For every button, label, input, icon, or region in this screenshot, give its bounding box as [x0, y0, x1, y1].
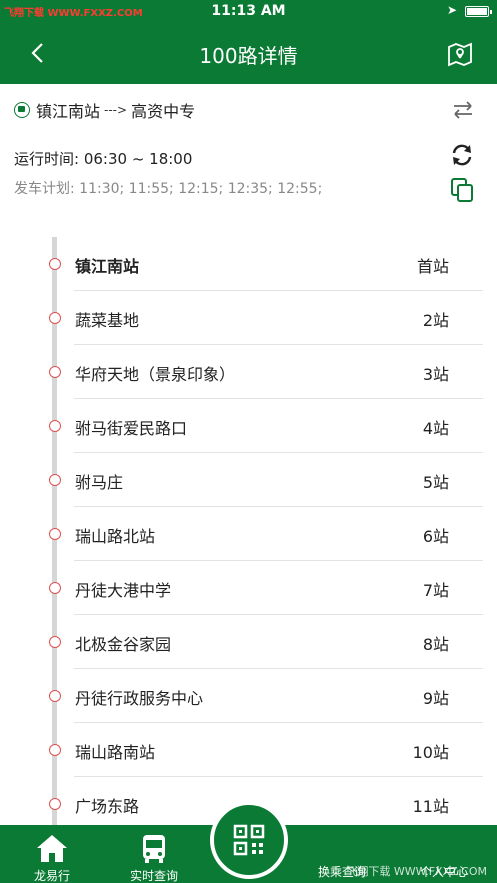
stop-dot-icon: [49, 744, 61, 756]
stop-dot-icon: [49, 366, 61, 378]
route-info: 镇江南站 ---> 高资中专 运行时间: 06:30 ~ 18:00 发车计划:…: [0, 84, 497, 234]
stop-name: 镇江南站: [75, 257, 140, 276]
tab-home-label: 龙易行: [33, 869, 70, 883]
stop-item[interactable]: 蔬菜基地 2站: [0, 291, 497, 345]
stop-item[interactable]: 镇江南站 首站: [0, 237, 497, 291]
stop-dot-icon: [49, 474, 61, 486]
bus-icon: [143, 835, 165, 863]
status-bar: 飞翔下载 WWW.FXXZ.COM 11:13 AM ➤: [0, 0, 497, 24]
stop-name: 蔬菜基地: [75, 311, 140, 330]
stop-dot-icon: [49, 528, 61, 540]
tab-realtime-label: 实时查询: [129, 869, 178, 883]
stop-item[interactable]: 华府天地（景泉印象） 3站: [0, 345, 497, 399]
stop-item[interactable]: 驸马街爱民路口 4站: [0, 399, 497, 453]
location-arrow-icon: ➤: [446, 3, 457, 17]
stop-item[interactable]: 瑞山路南站 10站: [0, 723, 497, 777]
stop-index: 7站: [422, 581, 449, 600]
stop-dot-icon: [49, 312, 61, 324]
stop-dot-icon: [49, 690, 61, 702]
stop-list[interactable]: 镇江南站 首站蔬菜基地 2站华府天地（景泉印象） 3站驸马街爱民路口 4站驸马庄 5站瑞山…: [0, 237, 497, 825]
stop-index: 6站: [422, 527, 449, 546]
departure-plan: 发车计划: 11:30; 11:55; 12:15; 12:35; 12:55;: [14, 181, 323, 197]
stop-item[interactable]: 丹徒行政服务中心 9站: [0, 669, 497, 723]
stop-dot-icon: [49, 420, 61, 432]
page-title: 100路详情: [199, 44, 298, 68]
stop-name: 广场东路: [75, 797, 140, 816]
status-time: 11:13 AM: [211, 3, 286, 19]
watermark: 飞翔下载 WWW.FXXZ.COM: [346, 865, 487, 878]
stop-name: 驸马庄: [75, 473, 124, 492]
copy-icon[interactable]: [449, 176, 475, 204]
battery-icon: [465, 6, 492, 17]
route-direction: 镇江南站 ---> 高资中专: [14, 98, 483, 122]
stop-name: 华府天地（景泉印象）: [75, 365, 236, 384]
stop-index: 4站: [422, 419, 449, 438]
route-from: 镇江南站: [36, 102, 101, 121]
stop-index: 2站: [422, 311, 449, 330]
run-time: 运行时间: 06:30 ~ 18:00: [14, 150, 193, 168]
nav-bar: 100路详情: [0, 24, 497, 84]
stop-name: 丹徒大港中学: [75, 581, 172, 600]
top-bar: 飞翔下载 WWW.FXXZ.COM 11:13 AM ➤ 100路详情: [0, 0, 497, 84]
bus-icon: [14, 102, 30, 118]
stop-item[interactable]: 瑞山路北站 6站: [0, 507, 497, 561]
stop-name: 瑞山路南站: [75, 743, 156, 762]
qr-code-icon: [233, 824, 265, 856]
refresh-icon[interactable]: [449, 142, 475, 168]
route-arrow: --->: [104, 103, 128, 117]
stop-item[interactable]: 驸马庄 5站: [0, 453, 497, 507]
stop-index: 11站: [412, 797, 449, 816]
stop-name: 北极金谷家园: [75, 635, 172, 654]
transfer-icon: [324, 831, 360, 865]
stop-dot-icon: [49, 636, 61, 648]
route-to: 高资中专: [131, 102, 196, 121]
tab-bar: 龙易行 实时查询 换乘查询 个人中心 飞翔下载 WWW.FXXZ.COM: [0, 801, 497, 883]
stop-index: 3站: [422, 365, 449, 384]
stop-index: 8站: [422, 635, 449, 654]
stop-index: 10站: [412, 743, 449, 762]
stop-name: 丹徒行政服务中心: [75, 689, 204, 708]
stop-index: 9站: [422, 689, 449, 708]
user-icon: [426, 831, 462, 865]
stop-index: 5站: [422, 473, 449, 492]
stop-name: 驸马街爱民路口: [75, 419, 188, 438]
tab-home[interactable]: 龙易行: [16, 825, 88, 883]
stop-dot-icon: [49, 798, 61, 810]
stop-dot-icon: [49, 582, 61, 594]
stop-item[interactable]: 丹徒大港中学 7站: [0, 561, 497, 615]
stop-name: 瑞山路北站: [75, 527, 156, 546]
scan-qr-button[interactable]: [210, 801, 288, 879]
swap-direction-icon[interactable]: [451, 98, 475, 122]
stop-item[interactable]: 北极金谷家园 8站: [0, 615, 497, 669]
tab-realtime[interactable]: 实时查询: [118, 825, 190, 883]
stop-dot-icon: [49, 258, 61, 270]
map-pin-icon[interactable]: [445, 38, 475, 68]
stop-index: 首站: [416, 257, 449, 276]
home-icon: [37, 835, 67, 862]
